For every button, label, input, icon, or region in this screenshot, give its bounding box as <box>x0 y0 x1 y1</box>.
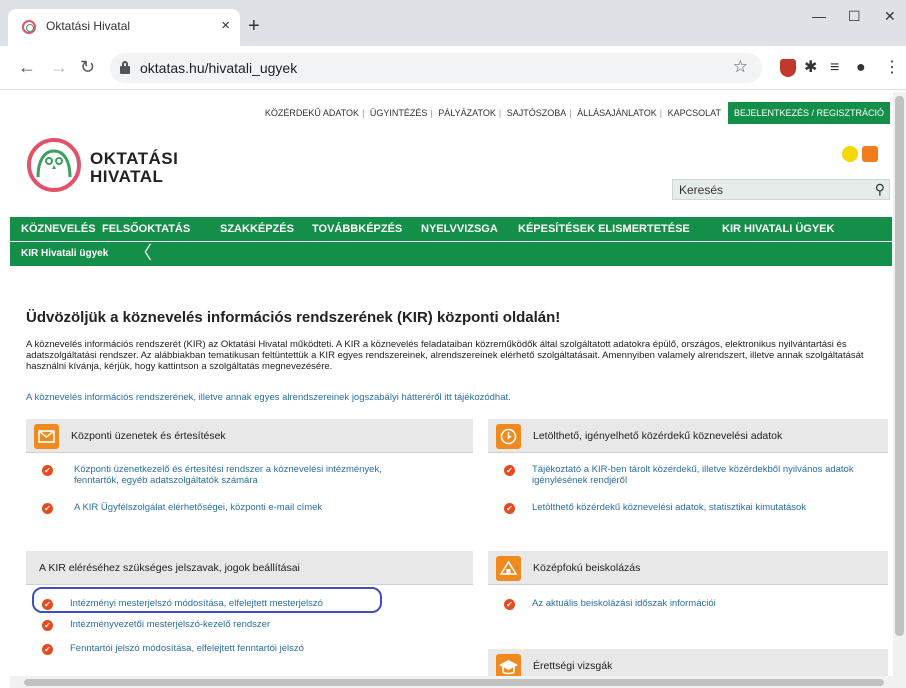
browser-toolbar: ← → ↻ oktatas.hu/hivatali_ugyek ☆ ✱ ≡ ● … <box>0 46 906 90</box>
mainnav-item-further-training[interactable]: TOVÁBBKÉPZÉS <box>312 223 402 235</box>
secondary-enrollment-box: Középfokú beiskolázás ✔ Az aktuális beis… <box>488 551 888 631</box>
box-header: Letölthető, igényelhető közérdekű köznev… <box>488 419 888 453</box>
checkmark-icon: ✔ <box>42 465 53 476</box>
box-title[interactable]: Érettségi vizsgák <box>533 660 612 672</box>
checkmark-icon: ✔ <box>504 503 515 514</box>
link-text[interactable]: Tájékoztató a KIR-ben tárolt közérdekű, … <box>532 464 882 486</box>
rss-icon[interactable] <box>862 146 878 162</box>
passwords-box: A KIR eléréséhez szükséges jelszavak, jo… <box>26 551 473 676</box>
tab-strip: Oktatási Hivatal × + — ☐ ✕ <box>0 0 906 46</box>
lock-icon <box>120 61 130 74</box>
playlist-icon[interactable]: ≡ <box>830 59 839 77</box>
graduation-cap-icon <box>496 654 521 676</box>
close-window-button[interactable]: ✕ <box>884 8 896 25</box>
sub-navigation: KIR Hivatali ügyek 〈 <box>10 242 892 266</box>
search-input[interactable]: Keresés <box>679 183 723 197</box>
box-header: A KIR eléréséhez szükséges jelszavak, jo… <box>26 551 473 585</box>
scrollbar-thumb[interactable] <box>24 679 884 686</box>
oktatasi-hivatal-logo[interactable] <box>26 137 82 193</box>
mainnav-item-public-education[interactable]: KÖZNEVELÉS <box>21 223 96 235</box>
topnav-link-tenders[interactable]: PÁLYÁZATOK <box>435 108 499 118</box>
separator: | <box>659 108 663 118</box>
separator: | <box>498 108 502 118</box>
box-title[interactable]: Középfokú beiskolázás <box>533 562 640 574</box>
topnav-link-contact[interactable]: KAPCSOLAT <box>665 108 724 118</box>
browser-menu-icon[interactable]: ⋮ <box>884 59 900 77</box>
box-header: Központi üzenetek és értesítések <box>26 419 473 453</box>
topnav-link-administration[interactable]: ÜGYINTÉZÉS <box>367 108 431 118</box>
box-title[interactable]: Letölthető, igényelhető közérdekű köznev… <box>533 430 782 442</box>
logo-text: OKTATÁSI HIVATAL <box>90 150 178 186</box>
back-button[interactable]: ← <box>18 57 36 77</box>
link-text[interactable]: Fenntartói jelszó módosítása, elfelejtet… <box>70 643 420 654</box>
checkmark-icon: ✔ <box>42 644 53 655</box>
mainnav-item-qualifications[interactable]: KÉPESÍTÉSEK ELISMERTETÉSE <box>518 223 690 235</box>
separator: | <box>569 108 572 118</box>
chevron-left-icon[interactable]: 〈 <box>134 243 152 263</box>
address-bar[interactable]: oktatas.hu/hivatali_ugyek ☆ <box>110 53 762 83</box>
favicon-icon <box>22 20 36 34</box>
top-navigation: KÖZÉRDEKŰ ADATOK | ÜGYINTÉZÉS | PÁLYÁZATOK… <box>10 102 892 124</box>
legal-background-link[interactable]: A köznevelés információs rendszerének, i… <box>26 392 511 403</box>
download-icon <box>496 424 521 449</box>
checkmark-icon: ✔ <box>42 503 53 514</box>
url-text: oktatas.hu/hivatali_ugyek <box>140 60 298 76</box>
box-header: Érettségi vizsgák <box>488 649 888 676</box>
separator: | <box>430 108 433 118</box>
profile-icon[interactable]: ● <box>856 59 866 77</box>
public-data-box: Letölthető, igényelhető közérdekű köznev… <box>488 419 888 519</box>
main-navigation: KÖZNEVELÉS FELSŐOKTATÁS SZAKKÉPZÉS TOVÁB… <box>10 217 892 241</box>
logo-line-2: HIVATAL <box>90 167 164 186</box>
link-text[interactable]: Intézményvezetői mesterjelszó-kezelő ren… <box>70 619 420 630</box>
link-text[interactable]: Letölthető közérdekű köznevelési adatok,… <box>532 502 882 513</box>
page-title: Üdvözöljük a köznevelés információs rend… <box>26 309 561 326</box>
breadcrumb[interactable]: KIR Hivatali ügyek <box>21 248 108 259</box>
page-viewport: KÖZÉRDEKŰ ADATOK | ÜGYINTÉZÉS | PÁLYÁZATOK… <box>10 92 892 676</box>
reload-button[interactable]: ↻ <box>80 57 95 77</box>
topnav-link-jobs[interactable]: ÁLLÁSAJÁNLATOK <box>574 108 660 118</box>
browser-window: Oktatási Hivatal × + — ☐ ✕ ← → ↻ oktatas… <box>0 0 906 688</box>
tab-title: Oktatási Hivatal <box>46 19 131 33</box>
topnav-link-public-data[interactable]: KÖZÉRDEKŰ ADATOK <box>262 108 362 118</box>
separator: | <box>362 108 365 118</box>
forward-button[interactable]: → <box>50 57 68 77</box>
messages-box: Központi üzenetek és értesítések ✔ Közpo… <box>26 419 473 519</box>
browser-tab[interactable]: Oktatási Hivatal × <box>8 9 240 46</box>
new-tab-button[interactable]: + <box>248 16 260 36</box>
logo-line-1: OKTATÁSI <box>90 149 179 168</box>
checkmark-icon: ✔ <box>504 599 515 610</box>
mainnav-item-vocational[interactable]: SZAKKÉPZÉS <box>220 223 294 235</box>
accessibility-icon[interactable] <box>842 146 858 162</box>
mainnav-item-language-exam[interactable]: NYELVVIZSGA <box>421 223 498 235</box>
mainnav-item-kir-affairs[interactable]: KIR HIVATALI ÜGYEK <box>722 223 834 235</box>
school-icon <box>496 556 521 581</box>
intro-text: A köznevelés információs rendszerét (KIR… <box>26 339 864 372</box>
extensions-puzzle-icon[interactable]: ✱ <box>804 59 817 77</box>
maximize-button[interactable]: ☐ <box>848 8 861 25</box>
login-register-button[interactable]: BEJELENTKEZÉS / REGISZTRÁCIÓ <box>727 102 890 124</box>
link-text[interactable]: Az aktuális beiskolázási időszak informá… <box>532 598 882 609</box>
matura-box: Érettségi vizsgák <box>488 649 888 676</box>
mainnav-item-higher-education[interactable]: FELSŐOKTATÁS <box>102 223 190 235</box>
box-title[interactable]: A KIR eléréséhez szükséges jelszavak, jo… <box>39 562 300 574</box>
scrollbar-thumb[interactable] <box>895 96 904 636</box>
ublock-extension-icon[interactable] <box>780 59 796 77</box>
bookmark-star-icon[interactable]: ☆ <box>733 57 748 77</box>
box-title[interactable]: Központi üzenetek és értesítések <box>71 430 226 442</box>
annotation-highlight <box>32 587 382 613</box>
envelope-icon <box>34 424 59 449</box>
topnav-link-press[interactable]: SAJTÓSZOBA <box>504 108 570 118</box>
search-icon[interactable]: ⚲ <box>875 181 885 198</box>
link-text[interactable]: A KIR Ügyfélszolgálat elérhetőségei, köz… <box>74 502 424 513</box>
search-box[interactable]: Keresés ⚲ <box>672 179 890 200</box>
checkmark-icon: ✔ <box>42 620 53 631</box>
top-links: KÖZÉRDEKŰ ADATOK | ÜGYINTÉZÉS | PÁLYÁZATOK… <box>262 108 724 118</box>
vertical-scrollbar[interactable] <box>893 92 906 676</box>
minimize-button[interactable]: — <box>812 8 826 24</box>
tab-close-icon[interactable]: × <box>221 16 230 36</box>
checkmark-icon: ✔ <box>504 465 515 476</box>
link-text[interactable]: Központi üzenetkezelő és értesítési rend… <box>74 464 424 486</box>
horizontal-scrollbar[interactable] <box>10 676 906 688</box>
box-header: Középfokú beiskolázás <box>488 551 888 585</box>
